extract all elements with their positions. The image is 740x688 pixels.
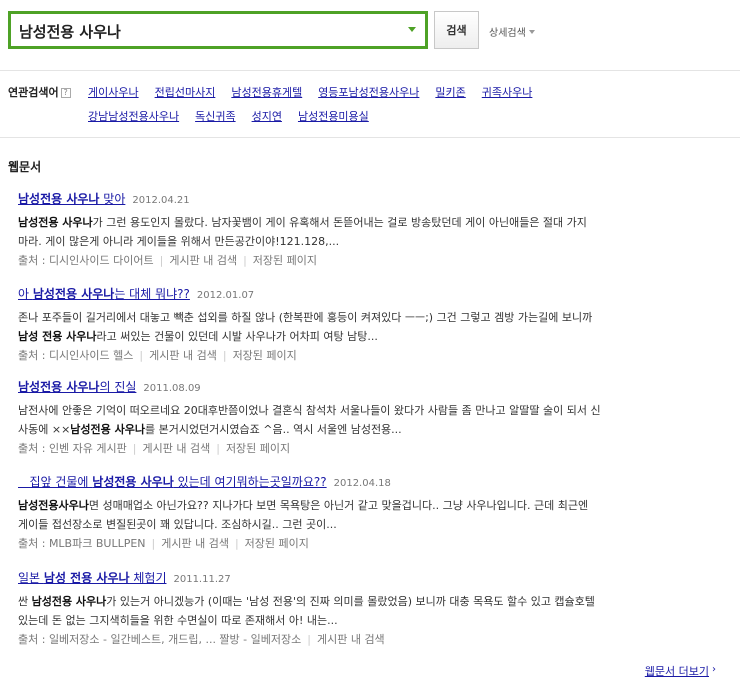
result-snippet: 싼 남성전용 사우나가 있는거 아니겠능가 (이때는 '남성 전용'의 진짜 의… <box>18 595 595 627</box>
result-date: 2011.11.27 <box>173 574 231 585</box>
result-source-label: 출처 : 인벤 자유 게시판 <box>18 442 127 455</box>
board-search-link[interactable]: 게시판 내 검색 <box>143 442 211 455</box>
related-link[interactable]: 게이사우나 <box>88 86 139 99</box>
search-box[interactable] <box>8 11 428 49</box>
result-title-link[interactable]: 남성전용 사우나 맞아 <box>18 192 125 206</box>
chevron-down-icon <box>528 30 535 34</box>
help-icon[interactable]: ? <box>60 88 71 98</box>
related-searches-title: 연관검색어? <box>8 84 71 100</box>
related-link[interactable]: 영등포남성전용사우나 <box>318 86 419 99</box>
result-title-link[interactable]: 아 남성전용 사우나는 대체 뭐냐?? <box>18 287 190 301</box>
cached-page-link[interactable]: 저장된 페이지 <box>226 442 290 455</box>
search-result: 아 남성전용 사우나는 대체 뭐냐?? 2012.01.07 존나 포주들이 길거… <box>18 286 718 364</box>
board-search-link[interactable]: 게시판 내 검색 <box>161 537 229 550</box>
related-link[interactable]: 전립선마사지 <box>155 86 216 99</box>
result-title-row: 아 남성전용 사우나는 대체 뭐냐?? 2012.01.07 <box>18 286 718 304</box>
chevron-right-icon: › <box>712 664 716 675</box>
result-source-label: 출처 : 디시인사이드 다이어트 <box>18 254 154 267</box>
divider <box>0 137 740 138</box>
result-source: 출처 : 일베저장소 - 일간베스트, 개드립, ... 짤방 - 일베저장소 |… <box>18 633 385 646</box>
result-source: 출처 : 디시인사이드 다이어트 | 게시판 내 검색 | 저장된 페이지 <box>18 254 318 267</box>
result-snippet: 존나 포주들이 길거리에서 대놓고 빽춘 섭외를 하질 않나 (한복판에 홍등이… <box>18 311 593 343</box>
search-result: 남성전용 사우나의 진실 2011.08.09 남전사에 안좋은 기억이 떠오르네… <box>18 379 718 457</box>
related-link[interactable]: 강남남성전용사우나 <box>88 110 179 123</box>
board-search-link[interactable]: 게시판 내 검색 <box>169 254 237 267</box>
search-button[interactable]: 검색 <box>434 11 479 49</box>
result-title-row: 일본 남성 전용 사우나 체험기 2011.11.27 <box>18 570 718 588</box>
dropdown-arrow-icon[interactable] <box>408 27 416 32</box>
result-snippet: 남성전용 사우나가 그런 용도인지 몰랐다. 남자꽃뱀이 게이 유혹해서 돈뜯어… <box>18 216 587 248</box>
result-source-label: 출처 : MLB파크 BULLPEN <box>18 537 146 550</box>
related-searches-row-1: 게이사우나 전립선마사지 남성전용휴게텔 영등포남성전용사우나 밀키존 귀족사우나 <box>88 84 548 100</box>
result-source: 출처 : 디시인사이드 헬스 | 게시판 내 검색 | 저장된 페이지 <box>18 349 297 362</box>
result-source-label: 출처 : 일베저장소 - 일간베스트, 개드립, ... 짤방 - 일베저장소 <box>18 633 302 646</box>
related-link[interactable]: 남성전용미용실 <box>298 110 369 123</box>
related-link[interactable]: 밀키존 <box>435 86 465 99</box>
cached-page-link[interactable]: 저장된 페이지 <box>253 254 317 267</box>
result-title-link[interactable]: 남성전용 사우나의 진실 <box>18 380 136 394</box>
related-link[interactable]: 남성전용휴게텔 <box>231 86 302 99</box>
result-snippet: 남성전용사우나면 성매매업소 아닌가요?? 지나가다 보면 목욕탕은 아닌거 같… <box>18 499 589 531</box>
result-source-label: 출처 : 디시인사이드 헬스 <box>18 349 134 362</box>
cached-page-link[interactable]: 저장된 페이지 <box>233 349 297 362</box>
advanced-search-link[interactable]: 상세검색 <box>489 24 535 39</box>
board-search-link[interactable]: 게시판 내 검색 <box>149 349 217 362</box>
related-searches-row-2: 강남남성전용사우나 독신귀족 성지연 남성전용미용실 <box>88 108 385 124</box>
section-title: 웹문서 <box>8 160 42 174</box>
result-date: 2012.01.07 <box>196 290 255 301</box>
more-web-docs-link[interactable]: 웹문서 더보기 <box>645 663 709 679</box>
board-search-link[interactable]: 게시판 내 검색 <box>317 633 385 646</box>
advanced-search-label: 상세검색 <box>489 28 526 39</box>
search-result: 집앞 건물에 남성전용 사우나 있는데 여기뭐하는곳일까요?? 2012.04.1… <box>18 474 718 552</box>
divider <box>0 70 740 71</box>
result-title-row: 남성전용 사우나 맞아 2012.04.21 <box>18 191 718 209</box>
result-title-link[interactable]: 일본 남성 전용 사우나 체험기 <box>18 571 166 585</box>
related-link[interactable]: 성지연 <box>252 110 282 123</box>
result-title-link[interactable]: 집앞 건물에 남성전용 사우나 있는데 여기뭐하는곳일까요?? <box>18 475 326 489</box>
related-link[interactable]: 독신귀족 <box>195 110 235 123</box>
result-date: 2011.08.09 <box>143 383 201 394</box>
search-result: 일본 남성 전용 사우나 체험기 2011.11.27 싼 남성전용 사우나가 있… <box>18 570 718 648</box>
related-link[interactable]: 귀족사우나 <box>482 86 533 99</box>
result-date: 2012.04.18 <box>333 478 391 489</box>
result-title-row: 집앞 건물에 남성전용 사우나 있는데 여기뭐하는곳일까요?? 2012.04.1… <box>18 474 718 492</box>
related-searches-label: 연관검색어 <box>8 86 59 99</box>
result-source: 출처 : 인벤 자유 게시판 | 게시판 내 검색 | 저장된 페이지 <box>18 442 291 455</box>
result-title-row: 남성전용 사우나의 진실 2011.08.09 <box>18 379 718 397</box>
result-snippet: 남전사에 안좋은 기억이 떠오르네요 20대후반쯤이었나 결혼식 참석차 서울나… <box>18 404 601 436</box>
cached-page-link[interactable]: 저장된 페이지 <box>245 537 309 550</box>
search-input[interactable] <box>19 20 389 42</box>
search-result: 남성전용 사우나 맞아 2012.04.21 남성전용 사우나가 그런 용도인지 … <box>18 191 718 269</box>
result-date: 2012.04.21 <box>132 195 190 206</box>
result-source: 출처 : MLB파크 BULLPEN | 게시판 내 검색 | 저장된 페이지 <box>18 537 309 550</box>
